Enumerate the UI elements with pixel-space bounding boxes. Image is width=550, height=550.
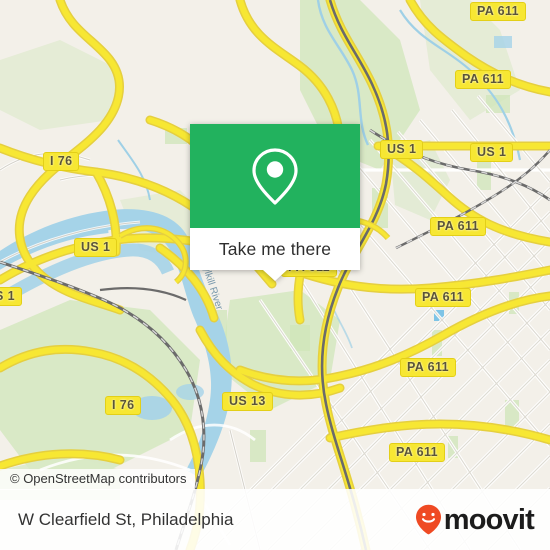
road-shield: PA 611 [470,2,527,21]
road-shield: US 1 [380,140,424,159]
take-me-there-label: Take me there [218,238,332,259]
map-screenshot-root: Schuylkill River PA 611 PA 611 I 76 US 1 US … [0,0,550,550]
road-shield: PA 611 [400,358,457,377]
moovit-logo[interactable]: moovit [415,504,535,536]
map-pin-icon [252,148,298,205]
location-popup[interactable]: Take me there [190,124,360,281]
road-shield: PA 611 [389,443,446,462]
bottom-info-bar: W Clearfield St, Philadelphia moovit [0,489,550,550]
popup-icon-area [190,124,360,228]
moovit-wordmark: moovit [443,504,535,536]
road-shield: US 13 [222,392,273,411]
popup-action-bar[interactable]: Take me there [190,228,360,281]
road-shield: I 76 [105,396,142,415]
address-label: W Clearfield St, Philadelphia [18,509,234,529]
popup-tail [263,270,287,281]
road-shield: US 1 [470,143,514,162]
road-shield: US 1 [74,238,118,257]
road-shield: I 76 [43,152,80,171]
map-attribution[interactable]: © OpenStreetMap contributors [0,469,195,490]
road-shield: PA 611 [455,70,512,89]
moovit-smile-pin-icon [415,504,441,535]
road-shield: PA 611 [430,217,487,236]
road-shield: S 1 [0,287,22,306]
road-shield: PA 611 [415,288,472,307]
